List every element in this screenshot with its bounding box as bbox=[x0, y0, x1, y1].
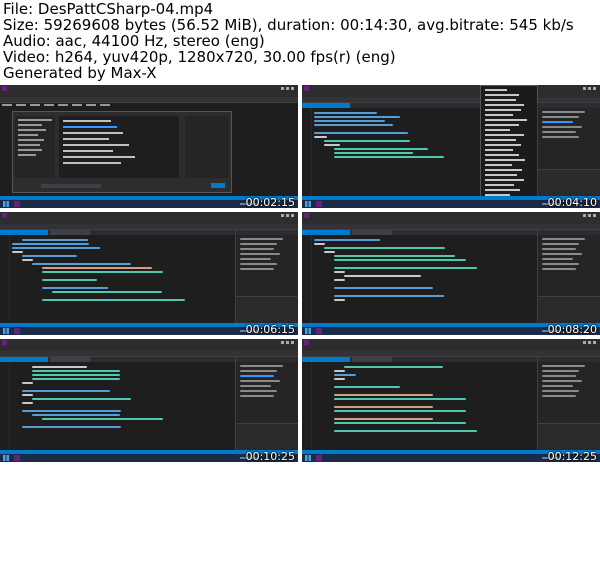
visual-studio-icon bbox=[2, 213, 7, 218]
windows-start-icon bbox=[3, 201, 9, 207]
ide-title-bar bbox=[0, 212, 298, 219]
solution-explorer bbox=[235, 230, 298, 323]
ide-title-bar bbox=[0, 339, 298, 346]
code-editor bbox=[302, 108, 475, 196]
code-editor bbox=[302, 235, 538, 323]
visual-studio-icon bbox=[2, 86, 7, 91]
timestamp: 00:06:15 bbox=[245, 323, 295, 335]
timestamp: 00:04:10 bbox=[547, 196, 597, 208]
thumbnail-grid: 00:02:15 00:04:10 00:06:15 00:08:20 00:1… bbox=[0, 85, 600, 587]
new-project-dialog bbox=[12, 111, 232, 193]
visual-studio-icon bbox=[2, 340, 7, 345]
properties-panel bbox=[236, 296, 298, 323]
thumbnail-4: 00:08:20 bbox=[302, 212, 600, 335]
thumbnail-2: 00:04:10 bbox=[302, 85, 600, 208]
code-editor bbox=[0, 362, 236, 450]
ide-title-bar bbox=[0, 85, 298, 92]
visual-studio-icon bbox=[304, 340, 309, 345]
template-description bbox=[185, 116, 229, 178]
code-editor bbox=[302, 362, 538, 450]
generated-by-text: Generated by Max-X bbox=[3, 64, 157, 82]
visual-studio-icon bbox=[14, 201, 20, 207]
timestamp: 00:12:25 bbox=[547, 450, 597, 462]
ide-title-bar bbox=[302, 339, 600, 346]
windows-start-icon bbox=[305, 455, 311, 461]
visual-studio-icon bbox=[316, 455, 322, 461]
visual-studio-icon bbox=[14, 455, 20, 461]
thumbnail-1: 00:02:15 bbox=[0, 85, 298, 208]
properties-panel bbox=[538, 296, 600, 323]
thumbnail-3: 00:06:15 bbox=[0, 212, 298, 335]
solution-explorer bbox=[537, 103, 600, 196]
ide-title-bar bbox=[302, 212, 600, 219]
ide-title-bar bbox=[302, 85, 600, 92]
timestamp: 00:10:25 bbox=[245, 450, 295, 462]
visual-studio-icon bbox=[14, 328, 20, 334]
solution-explorer bbox=[537, 230, 600, 323]
ide-toolbar bbox=[0, 97, 298, 103]
properties-panel bbox=[538, 169, 600, 196]
context-menu bbox=[480, 85, 538, 205]
code-editor bbox=[0, 235, 236, 323]
visual-studio-icon bbox=[304, 86, 309, 91]
template-tree bbox=[15, 116, 55, 178]
properties-panel bbox=[538, 423, 600, 450]
visual-studio-icon bbox=[304, 213, 309, 218]
thumbnail-5: 00:10:25 bbox=[0, 339, 298, 462]
video-info-header: File: DesPattCSharp-04.mp4 Size: 5926960… bbox=[0, 0, 600, 84]
windows-start-icon bbox=[305, 201, 311, 207]
visual-studio-icon bbox=[316, 201, 322, 207]
solution-explorer bbox=[537, 357, 600, 450]
windows-start-icon bbox=[305, 328, 311, 334]
timestamp: 00:02:15 bbox=[245, 196, 295, 208]
timestamp: 00:08:20 bbox=[547, 323, 597, 335]
template-list bbox=[59, 116, 179, 178]
windows-start-icon bbox=[3, 328, 9, 334]
thumbnail-6: 00:12:25 bbox=[302, 339, 600, 462]
properties-panel bbox=[236, 423, 298, 450]
visual-studio-icon bbox=[316, 328, 322, 334]
solution-explorer bbox=[235, 357, 298, 450]
windows-start-icon bbox=[3, 455, 9, 461]
dialog-footer bbox=[15, 181, 229, 190]
